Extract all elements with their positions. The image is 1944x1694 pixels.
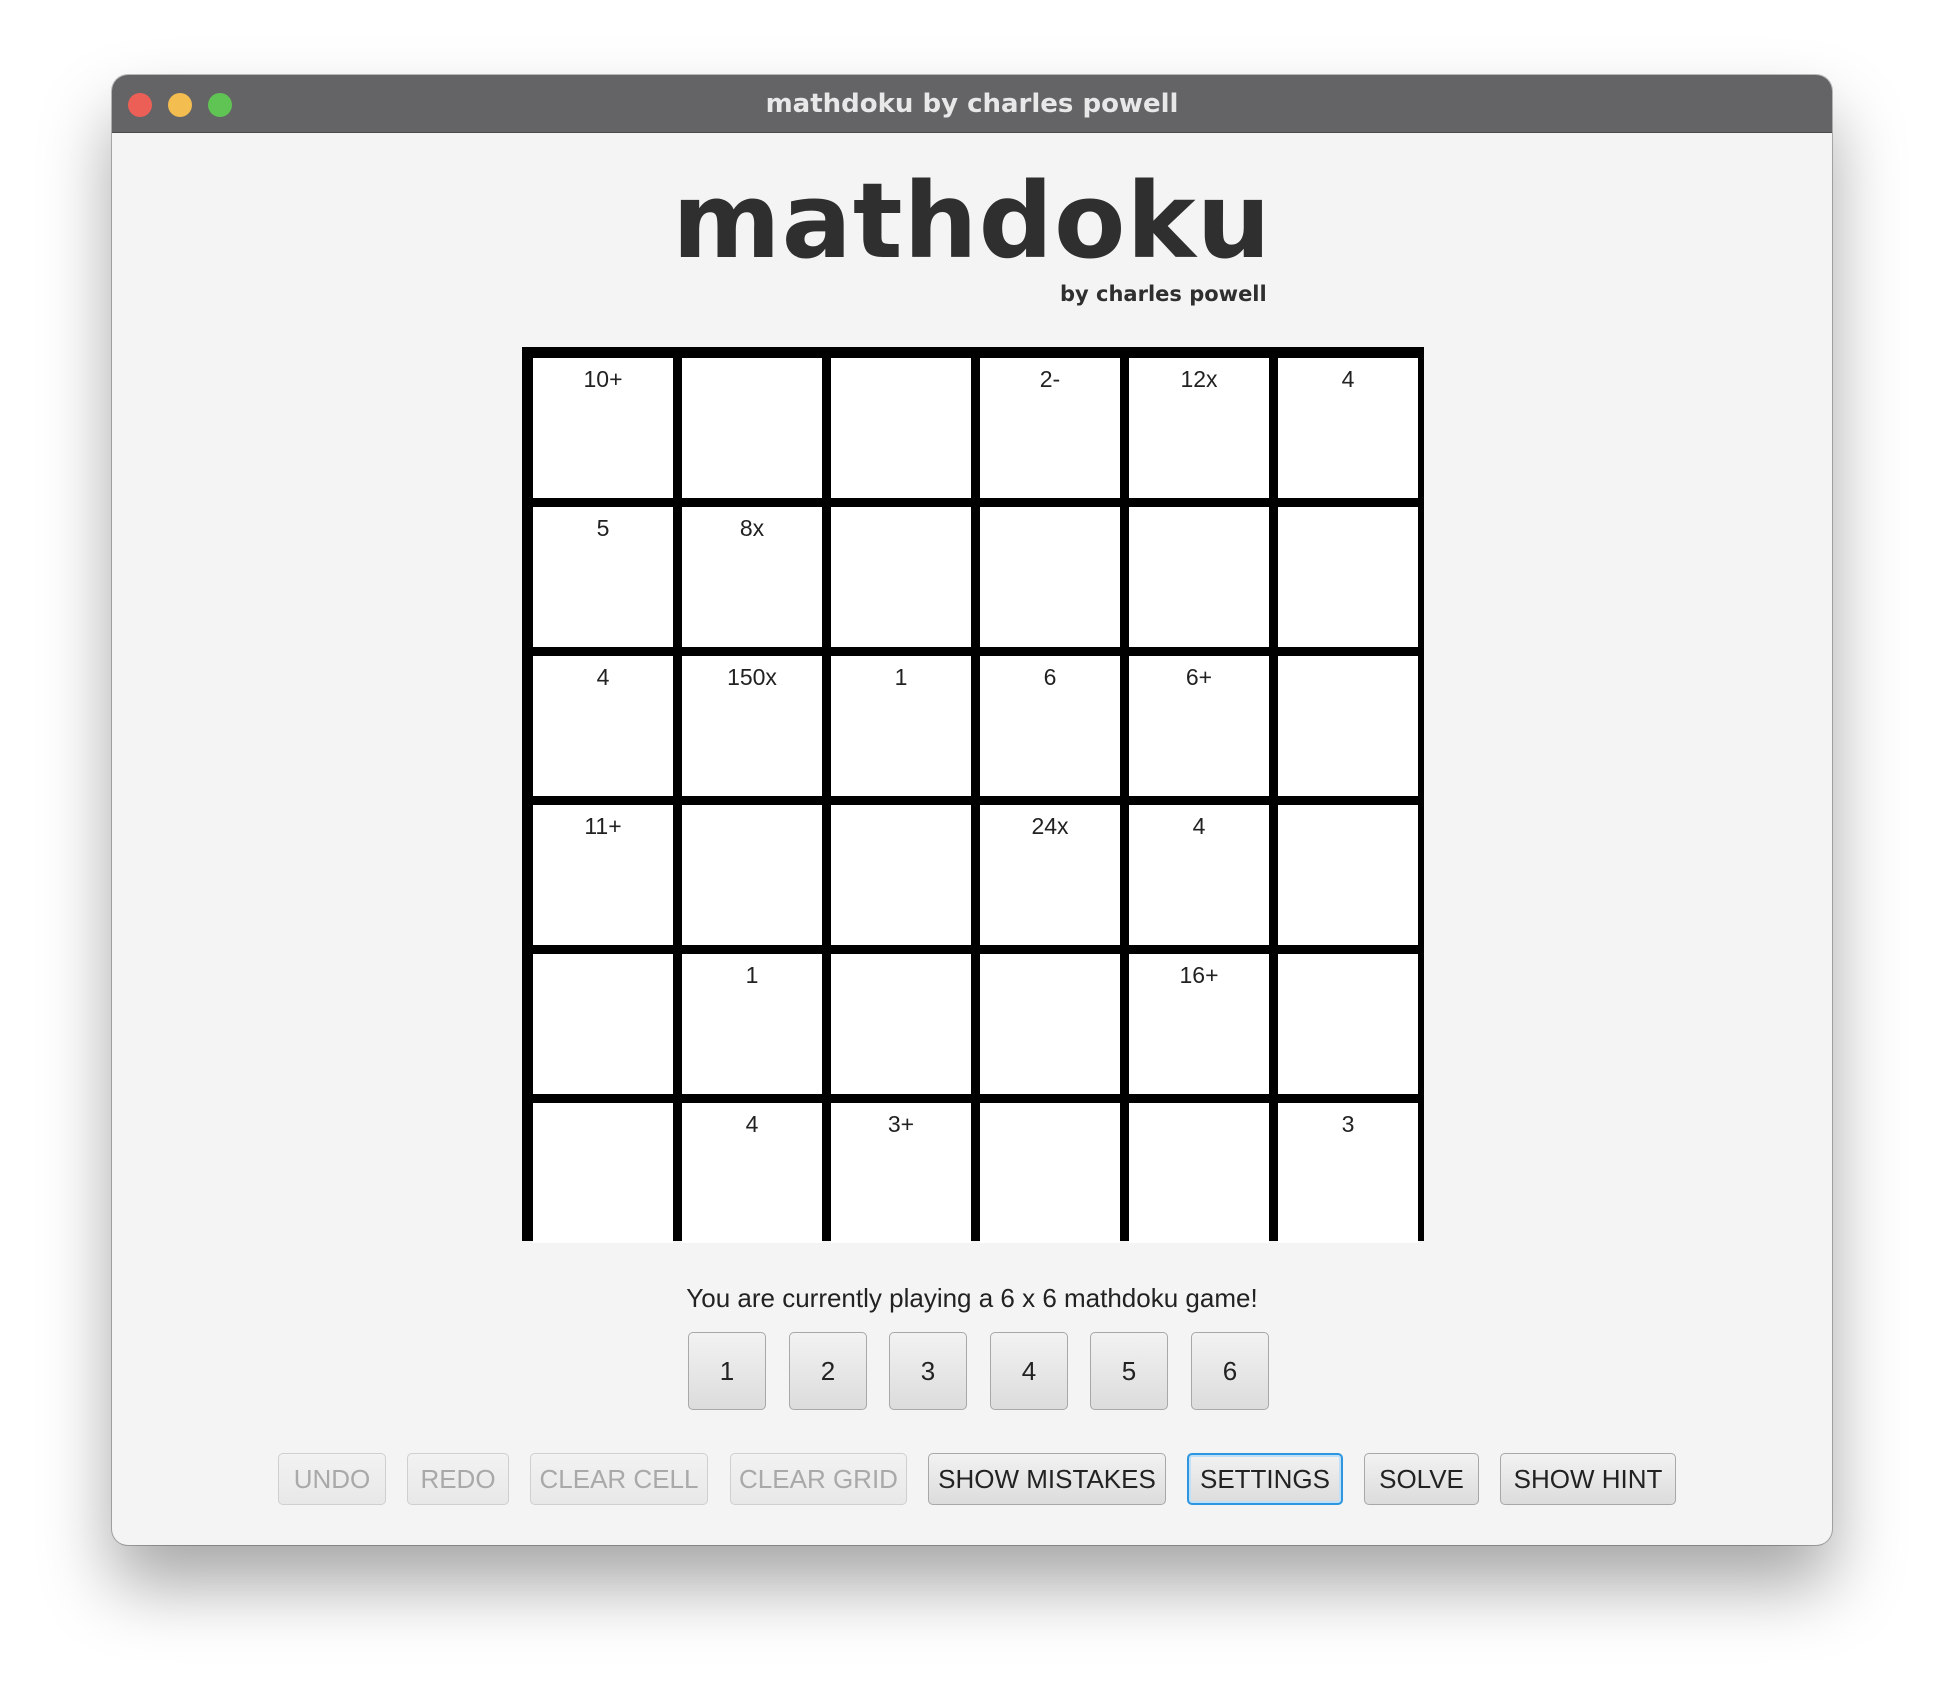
grid-cell[interactable] (831, 954, 971, 1094)
number-button-2[interactable]: 2 (789, 1332, 867, 1410)
grid-cell[interactable] (831, 358, 971, 498)
grid-cell[interactable] (980, 507, 1120, 647)
number-button-3[interactable]: 3 (889, 1332, 967, 1410)
show-hint-button[interactable]: SHOW HINT (1500, 1453, 1676, 1505)
cage-label: 2- (1039, 366, 1061, 392)
grid-cell[interactable] (533, 1103, 673, 1243)
status-message: You are currently playing a 6 x 6 mathdo… (686, 1283, 1258, 1313)
clear-cell-button[interactable]: CLEAR CELL (530, 1453, 708, 1505)
grid-cell[interactable]: 4 (682, 1103, 822, 1243)
cage-label: 4 (1192, 813, 1206, 839)
grid-cell[interactable]: 150x (682, 656, 822, 796)
cage-label: 6 (1043, 664, 1057, 690)
grid-cell[interactable]: 1 (831, 656, 971, 796)
number-button-6[interactable]: 6 (1191, 1332, 1269, 1410)
grid-cell[interactable]: 11+ (533, 805, 673, 945)
cage-label: 1 (894, 664, 908, 690)
cage-label: 6+ (1185, 664, 1213, 690)
grid-cell[interactable] (980, 1103, 1120, 1243)
show-mistakes-button[interactable]: SHOW MISTAKES (928, 1453, 1166, 1505)
grid-cell[interactable]: 4 (1129, 805, 1269, 945)
app-window: mathdoku by charles powell mathdoku by c… (112, 75, 1832, 1545)
grid-cell[interactable] (682, 358, 822, 498)
cage-label: 16+ (1179, 962, 1219, 988)
cage-label: 11+ (584, 813, 622, 839)
grid-cell[interactable]: 3+ (831, 1103, 971, 1243)
number-button-4[interactable]: 4 (990, 1332, 1068, 1410)
grid-cell[interactable]: 5 (533, 507, 673, 647)
cage-label: 4 (596, 664, 610, 690)
cage-label: 150x (727, 664, 777, 690)
grid-cell[interactable]: 16+ (1129, 954, 1269, 1094)
grid-cell[interactable] (533, 954, 673, 1094)
number-button-5[interactable]: 5 (1090, 1332, 1168, 1410)
grid-cell[interactable]: 6+ (1129, 656, 1269, 796)
grid-cell[interactable]: 2- (980, 358, 1120, 498)
cage-label: 3 (1341, 1111, 1355, 1137)
title-bar[interactable]: mathdoku by charles powell (112, 75, 1832, 133)
cage-label: 24x (1031, 813, 1069, 839)
cage-label: 5 (596, 515, 610, 541)
grid-cell[interactable]: 10+ (533, 358, 673, 498)
undo-button[interactable]: UNDO (278, 1453, 386, 1505)
grid-cell[interactable]: 24x (980, 805, 1120, 945)
grid-cell[interactable] (831, 805, 971, 945)
redo-button[interactable]: REDO (407, 1453, 509, 1505)
grid-cell[interactable]: 1 (682, 954, 822, 1094)
grid-cell[interactable] (1129, 1103, 1269, 1243)
grid-cell[interactable] (1278, 954, 1418, 1094)
grid-cell[interactable] (1278, 656, 1418, 796)
grid-cell[interactable]: 4 (533, 656, 673, 796)
grid-cell[interactable]: 4 (1278, 358, 1418, 498)
number-button-1[interactable]: 1 (688, 1332, 766, 1410)
settings-button[interactable]: SETTINGS (1187, 1453, 1343, 1505)
app-title: mathdoku (672, 160, 1272, 282)
grid-cell[interactable] (1278, 507, 1418, 647)
cage-label: 3+ (887, 1111, 915, 1137)
cage-label: 4 (1341, 366, 1355, 392)
grid-cell[interactable] (1278, 805, 1418, 945)
grid-cell[interactable] (1129, 507, 1269, 647)
cage-label: 4 (745, 1111, 759, 1137)
puzzle-grid: 10+ 2- 12x 4 5 8x 4 150x 1 6 6+ 11+ 24x 4 1 16+ 4 3+ 3 (522, 347, 1424, 1243)
cage-label: 12x (1180, 366, 1218, 392)
solve-button[interactable]: SOLVE (1364, 1453, 1479, 1505)
cage-label: 10+ (583, 366, 623, 392)
cage-label: 1 (745, 962, 759, 988)
grid-cell[interactable]: 6 (980, 656, 1120, 796)
grid-cell[interactable] (682, 805, 822, 945)
app-subtitle: by charles powell (1060, 282, 1267, 306)
grid-cell[interactable]: 8x (682, 507, 822, 647)
grid-cell[interactable] (980, 954, 1120, 1094)
grid-cell[interactable] (831, 507, 971, 647)
window-title: mathdoku by charles powell (765, 89, 1179, 119)
grid-cell[interactable]: 3 (1278, 1103, 1418, 1243)
grid-cell[interactable]: 12x (1129, 358, 1269, 498)
clear-grid-button[interactable]: CLEAR GRID (730, 1453, 907, 1505)
cage-label: 8x (739, 515, 765, 541)
